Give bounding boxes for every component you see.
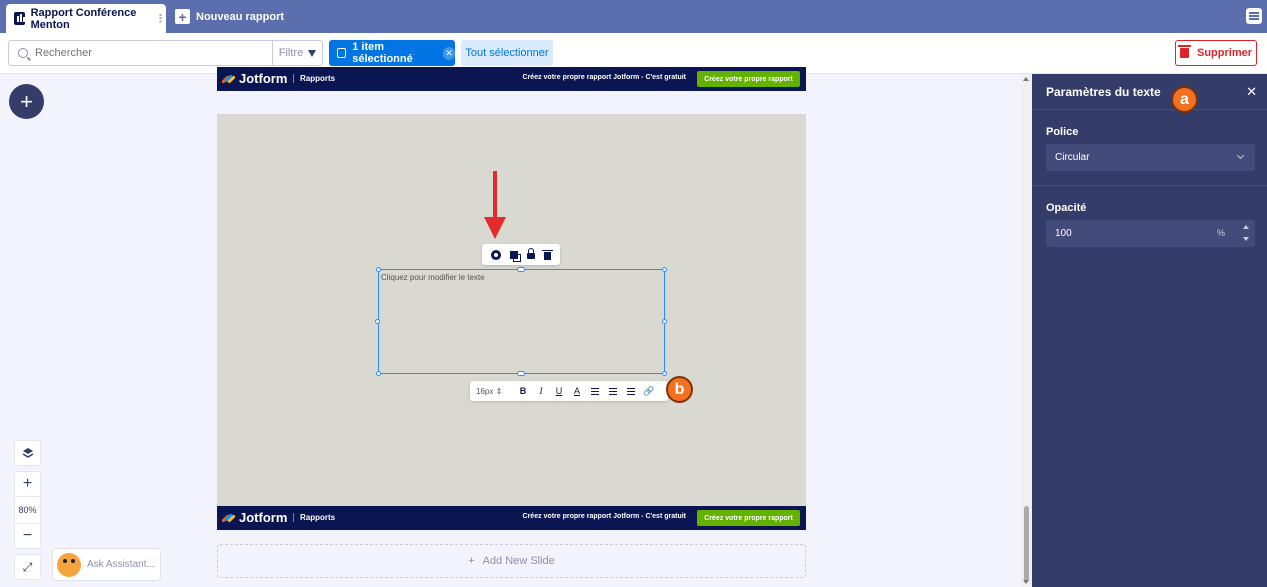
assistant-label: Ask Assistant... [87,559,155,570]
font-label: Police [1046,126,1079,138]
resize-handle[interactable] [662,371,667,376]
opacity-section: Opacité 100 % [1032,186,1267,261]
fullscreen-icon[interactable]: ⤢ [14,554,41,580]
zoom-in-button[interactable]: + [14,471,41,497]
add-new-slide-button[interactable]: + Add New Slide [217,544,806,578]
format-toolbar: 16px ⇕ B I U A 🔗 [470,381,668,401]
element-toolbar [482,244,560,265]
brand-name: Jotform [239,71,288,86]
search-box: Filtre [8,40,323,66]
cta-text: Créez votre propre rapport Jotform - C'e… [522,513,686,520]
align-icon[interactable] [591,387,599,395]
font-size-value: 16px [476,386,494,396]
font-section: Police Circular [1032,110,1267,186]
cta-text: Créez votre propre rapport Jotform - C'e… [522,74,686,81]
panel-header: Paramètres du texte [1032,74,1267,110]
text-placeholder[interactable]: Cliquez pour modifier le texte [381,273,485,282]
ask-assistant-button[interactable]: Ask Assistant... [52,548,161,581]
link-icon[interactable]: 🔗 [640,386,658,397]
close-icon[interactable]: ✕ [1246,84,1257,100]
filter-icon [308,49,317,57]
resize-handle[interactable] [517,267,525,272]
text-element[interactable]: Cliquez pour modifier le texte [378,269,665,374]
annotation-badge-a: a [1171,86,1198,113]
add-slide-label: Add New Slide [482,555,555,567]
panel-title: Paramètres du texte [1046,84,1161,99]
resize-handle[interactable] [662,319,667,324]
scroll-down-icon[interactable] [1023,580,1029,584]
text-color-button[interactable]: A [568,386,586,396]
font-size-select[interactable]: 16px ⇕ [476,387,514,396]
menu-icon[interactable] [1246,8,1262,24]
bold-button[interactable]: B [514,386,532,396]
annotation-arrow [493,171,497,219]
resize-handle[interactable] [662,267,667,272]
opacity-unit: % [1216,228,1225,238]
delete-element-icon[interactable] [542,249,554,260]
annotation-arrow-head [484,217,506,239]
resize-handle[interactable] [517,371,525,376]
scrollbar-thumb[interactable] [1024,506,1029,582]
underline-button[interactable]: U [550,386,568,396]
gear-icon[interactable] [490,249,501,260]
opacity-label: Opacité [1046,202,1087,214]
opacity-input[interactable]: 100 % [1046,220,1255,247]
chevron-down-icon [1236,151,1245,160]
plus-icon: + [175,9,190,24]
layers-icon[interactable] [14,440,41,466]
search-input[interactable] [35,47,265,59]
jotform-logo-icon [221,512,236,524]
section-label: Rapports [293,513,335,522]
trash-icon [1177,45,1191,58]
jotform-brand: Jotform [221,71,288,86]
filter-label: Filtre [278,47,304,59]
select-all-button[interactable]: Tout sélectionner [461,40,553,66]
delete-button[interactable]: Supprimer [1175,40,1257,66]
selection-label: 1 item sélectionné [352,41,413,65]
zoom-level: 80% [14,497,41,523]
ordered-list-icon[interactable] [609,387,617,395]
section-label: Rapports [293,74,335,83]
annotation-badge-b: b [666,376,693,403]
opacity-stepper[interactable] [1243,225,1249,241]
delete-label: Supprimer [1196,47,1252,59]
zoom-out-button[interactable]: − [14,523,41,549]
search-icon [18,48,28,58]
new-report-button[interactable]: + Nouveau rapport [175,9,284,24]
scrollbar[interactable] [1021,74,1032,587]
resize-handle[interactable] [376,371,381,376]
tab-report[interactable]: Rapport Conférence Menton ⋮ [6,4,166,33]
resize-handle[interactable] [375,319,380,324]
tab-report-label: Rapport Conférence Menton [30,6,137,31]
report-icon [14,12,25,25]
plus-icon: + [468,555,475,567]
add-element-button[interactable]: + [9,84,44,119]
cta-button[interactable]: Créez votre propre rapport [697,510,800,526]
assistant-avatar [57,552,81,577]
checkbox-icon [337,48,347,58]
jotform-brand: Jotform [221,510,288,525]
report-footer-strip: Jotform Rapports Créez votre propre rapp… [217,67,806,91]
opacity-value: 100 [1055,228,1072,239]
clear-selection-icon[interactable]: ✕ [443,46,455,60]
jotform-logo-icon [221,73,236,85]
scroll-up-icon[interactable] [1023,77,1029,81]
zoom-controls: + 80% − ⤢ [14,440,41,580]
brand-name: Jotform [239,510,288,525]
filter-button[interactable]: Filtre [272,41,322,65]
italic-button[interactable]: I [532,386,550,396]
resize-handle[interactable] [376,267,381,272]
report-footer-strip: Jotform Rapports Créez votre propre rapp… [217,506,806,530]
bullet-list-icon[interactable] [627,387,635,395]
selection-badge[interactable]: 1 item sélectionné ✕ [329,40,455,66]
lock-icon[interactable] [527,248,536,259]
font-value: Circular [1055,152,1090,163]
new-report-label: Nouveau rapport [196,10,285,23]
tab-bar: Rapport Conférence Menton ⋮ + Nouveau ra… [0,0,1267,33]
font-select[interactable]: Circular [1046,144,1255,171]
text-settings-panel: Paramètres du texte ✕ Police Circular Op… [1032,74,1267,587]
duplicate-icon[interactable] [509,250,518,259]
cta-button[interactable]: Créez votre propre rapport [697,71,800,87]
more-options-icon[interactable]: ⋮ [155,12,166,25]
